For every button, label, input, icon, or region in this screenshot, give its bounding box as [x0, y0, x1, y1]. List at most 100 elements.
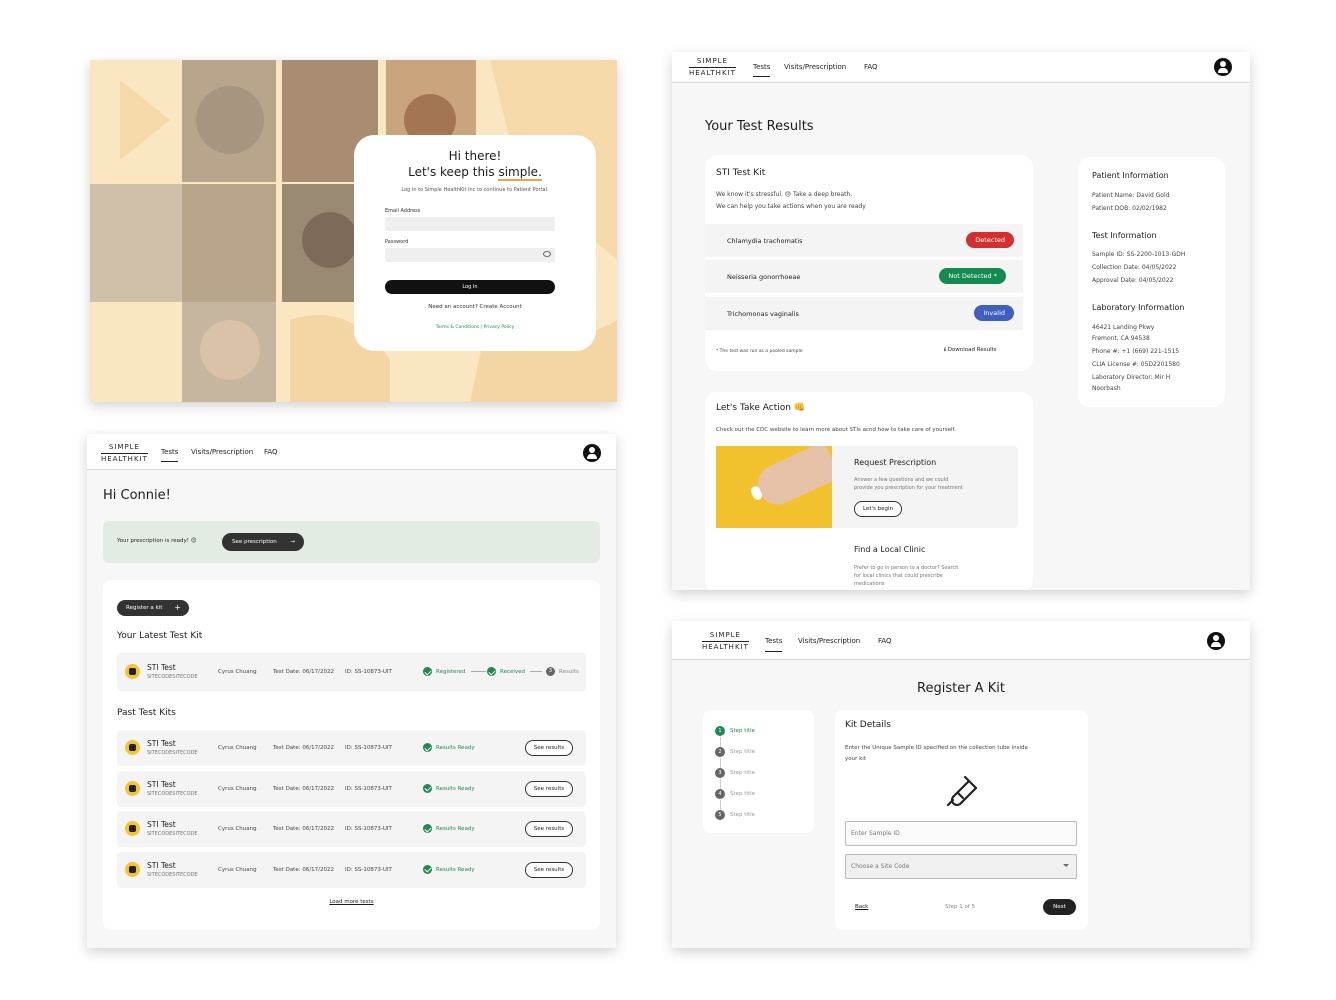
load-more-link[interactable]: Load more tests	[103, 899, 600, 905]
kit-code: SITECODESITECODE	[147, 750, 198, 756]
lab-line-1: 46421 Landing Pkwy	[1092, 324, 1155, 331]
rx-title: Request Prescription	[854, 458, 937, 467]
see-prescription-button[interactable]: See prescription →	[222, 533, 304, 551]
avatar-icon[interactable]	[1207, 632, 1225, 650]
clinic-text-1: Prefer to go in person to a doctor? Sear…	[854, 565, 959, 571]
nav-tests[interactable]: Tests	[161, 448, 179, 462]
register-kit-button[interactable]: Register a kit +	[117, 600, 189, 616]
step-item[interactable]: 1 Step title	[715, 726, 805, 747]
kit-icon	[125, 821, 140, 836]
nav-faq[interactable]: FAQ	[264, 448, 278, 456]
nav-faq[interactable]: FAQ	[878, 637, 892, 645]
nav-visits[interactable]: Visits/Prescription	[784, 63, 846, 71]
rx-text-2: provide you prescription for your treatm…	[854, 485, 963, 491]
result-status-badge: Invalid	[974, 305, 1014, 321]
brand-line1: SIMPLE	[702, 630, 749, 642]
step-connector	[720, 800, 721, 810]
kit-icon	[125, 861, 140, 877]
download-results-button[interactable]: ⭳ Download Results	[944, 346, 997, 355]
result-status-badge: Detected	[966, 232, 1014, 248]
see-results-button[interactable]: See results	[525, 861, 573, 878]
kit-code: SITECODESITECODE	[147, 674, 198, 680]
privacy-link[interactable]: Privacy Policy	[484, 325, 515, 330]
result-row: Chlamydia trachomatis Detected	[705, 224, 1023, 257]
login-subtitle: Log In to Simple HealthKit Inc to contin…	[401, 187, 549, 193]
kit-name: STI Test	[147, 779, 176, 789]
brand-logo[interactable]: SIMPLE HEALTHKIT	[101, 442, 148, 465]
download-label: Download Results	[947, 347, 997, 353]
eye-off-icon[interactable]	[543, 251, 551, 257]
kit-icon	[125, 740, 140, 755]
kit-date: Test Date: 06/17/2022	[273, 785, 335, 792]
step-received: Received	[500, 669, 526, 675]
see-results-button[interactable]: See results	[525, 780, 573, 797]
lets-begin-button[interactable]: Let's begin	[854, 501, 902, 517]
stepper-card: 1 Step title 2 Step title 3 Step title 4…	[703, 710, 814, 833]
step-item[interactable]: 5 Step title	[715, 810, 805, 822]
email-label: Email Address	[385, 208, 421, 214]
kit-message-2: We can help you take actions when you ar…	[716, 203, 866, 210]
brand-logo[interactable]: SIMPLE HEALTHKIT	[702, 630, 749, 653]
kit-message-1: We know it's stressful. 😓 Take a deep br…	[716, 191, 853, 198]
step-connector	[720, 758, 721, 768]
password-field[interactable]	[385, 248, 555, 262]
next-button[interactable]: Next	[1043, 899, 1076, 915]
info-card: Patient Information Patient Name: David …	[1078, 157, 1225, 407]
sample-id-input[interactable]: Enter Sample ID	[845, 821, 1077, 846]
login-greeting: Hi there!	[448, 149, 502, 163]
step-item[interactable]: 2 Step title	[715, 747, 805, 768]
login-button[interactable]: Log In	[385, 280, 555, 294]
kit-status: Results Ready	[436, 826, 475, 832]
past-kit-row[interactable]: STI Test SITECODESITECODE Cyrus Chuang T…	[117, 851, 586, 888]
results-ready-check-icon	[423, 783, 432, 793]
past-heading: Past Test Kits	[117, 708, 176, 718]
register-title: Register A Kit	[917, 681, 1005, 696]
avatar-icon[interactable]	[1214, 58, 1232, 76]
lab-line-5: Laboratory Director: Mir H	[1092, 374, 1171, 381]
see-results-button[interactable]: See results	[525, 740, 573, 756]
kit-id: ID: SS-10873-UIT	[345, 826, 392, 832]
register-kit-label: Register a kit	[126, 605, 163, 611]
kit-date: Test Date: 06/17/2022	[273, 745, 335, 751]
step-item[interactable]: 3 Step title	[715, 768, 805, 789]
action-title: Let's Take Action 👊	[716, 403, 806, 413]
kit-person: Cyrus Chuang	[218, 826, 257, 832]
avatar-icon[interactable]	[583, 444, 601, 462]
nav-tests[interactable]: Tests	[765, 637, 783, 652]
past-kit-row[interactable]: STI Test SITECODESITECODE Cyrus Chuang T…	[117, 811, 586, 847]
step-number-icon: 5	[715, 810, 725, 820]
nav-visits[interactable]: Visits/Prescription	[191, 448, 253, 456]
step-registered: Registered	[436, 669, 466, 675]
nav-tests[interactable]: Tests	[753, 63, 771, 77]
latest-kit-row[interactable]: STI Test SITECODESITECODE Cyrus Chuang T…	[117, 653, 586, 691]
past-kit-row[interactable]: STI Test SITECODESITECODE Cyrus Chuang T…	[117, 770, 586, 807]
clinic-title: Find a Local Clinic	[854, 545, 926, 554]
plus-icon: +	[174, 603, 181, 612]
step-number-icon: 1	[715, 726, 725, 736]
test-heading: Test Information	[1092, 231, 1157, 240]
step-three-icon: 3	[546, 667, 555, 676]
kit-person: Cyrus Chuang	[218, 785, 257, 792]
create-account-link[interactable]: Need an account? Create Account	[354, 304, 596, 310]
back-link[interactable]: Back	[855, 904, 868, 910]
chevron-down-icon	[1063, 864, 1069, 867]
nav-faq[interactable]: FAQ	[864, 63, 878, 71]
step-item[interactable]: 4 Step title	[715, 789, 805, 810]
prescription-option[interactable]: Request Prescription Answer a few questi…	[716, 446, 1018, 528]
password-label: Password	[385, 239, 409, 245]
brand-logo[interactable]: SIMPLE HEALTHKIT	[689, 56, 736, 79]
prescription-banner: Your prescription is ready! 😊 See prescr…	[103, 521, 600, 563]
past-kit-row[interactable]: STI Test SITECODESITECODE Cyrus Chuang T…	[117, 730, 586, 766]
step-number-icon: 2	[715, 747, 725, 757]
site-code-select[interactable]: Choose a Site Code	[845, 854, 1077, 879]
sample-id-placeholder: Enter Sample ID	[851, 830, 900, 837]
lab-line-6: Noorbash	[1092, 385, 1121, 392]
login-tagline: Let's keep this simple.	[354, 165, 596, 181]
email-field[interactable]	[385, 217, 555, 231]
nav-visits[interactable]: Visits/Prescription	[798, 637, 860, 645]
step-title: Step title	[730, 812, 756, 818]
terms-link[interactable]: Terms & Conditions	[436, 325, 479, 330]
patient-heading: Patient Information	[1092, 171, 1169, 180]
see-results-button[interactable]: See results	[525, 821, 573, 837]
results-ready-check-icon	[423, 864, 432, 874]
